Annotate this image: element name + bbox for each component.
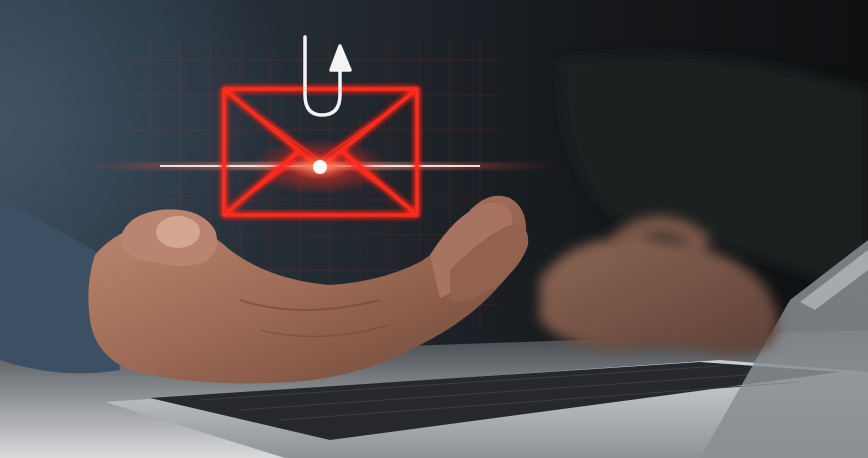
photo-scene bbox=[0, 0, 868, 458]
photo-canvas bbox=[0, 0, 868, 458]
thumbnail bbox=[156, 216, 200, 248]
flare-center bbox=[313, 160, 327, 174]
